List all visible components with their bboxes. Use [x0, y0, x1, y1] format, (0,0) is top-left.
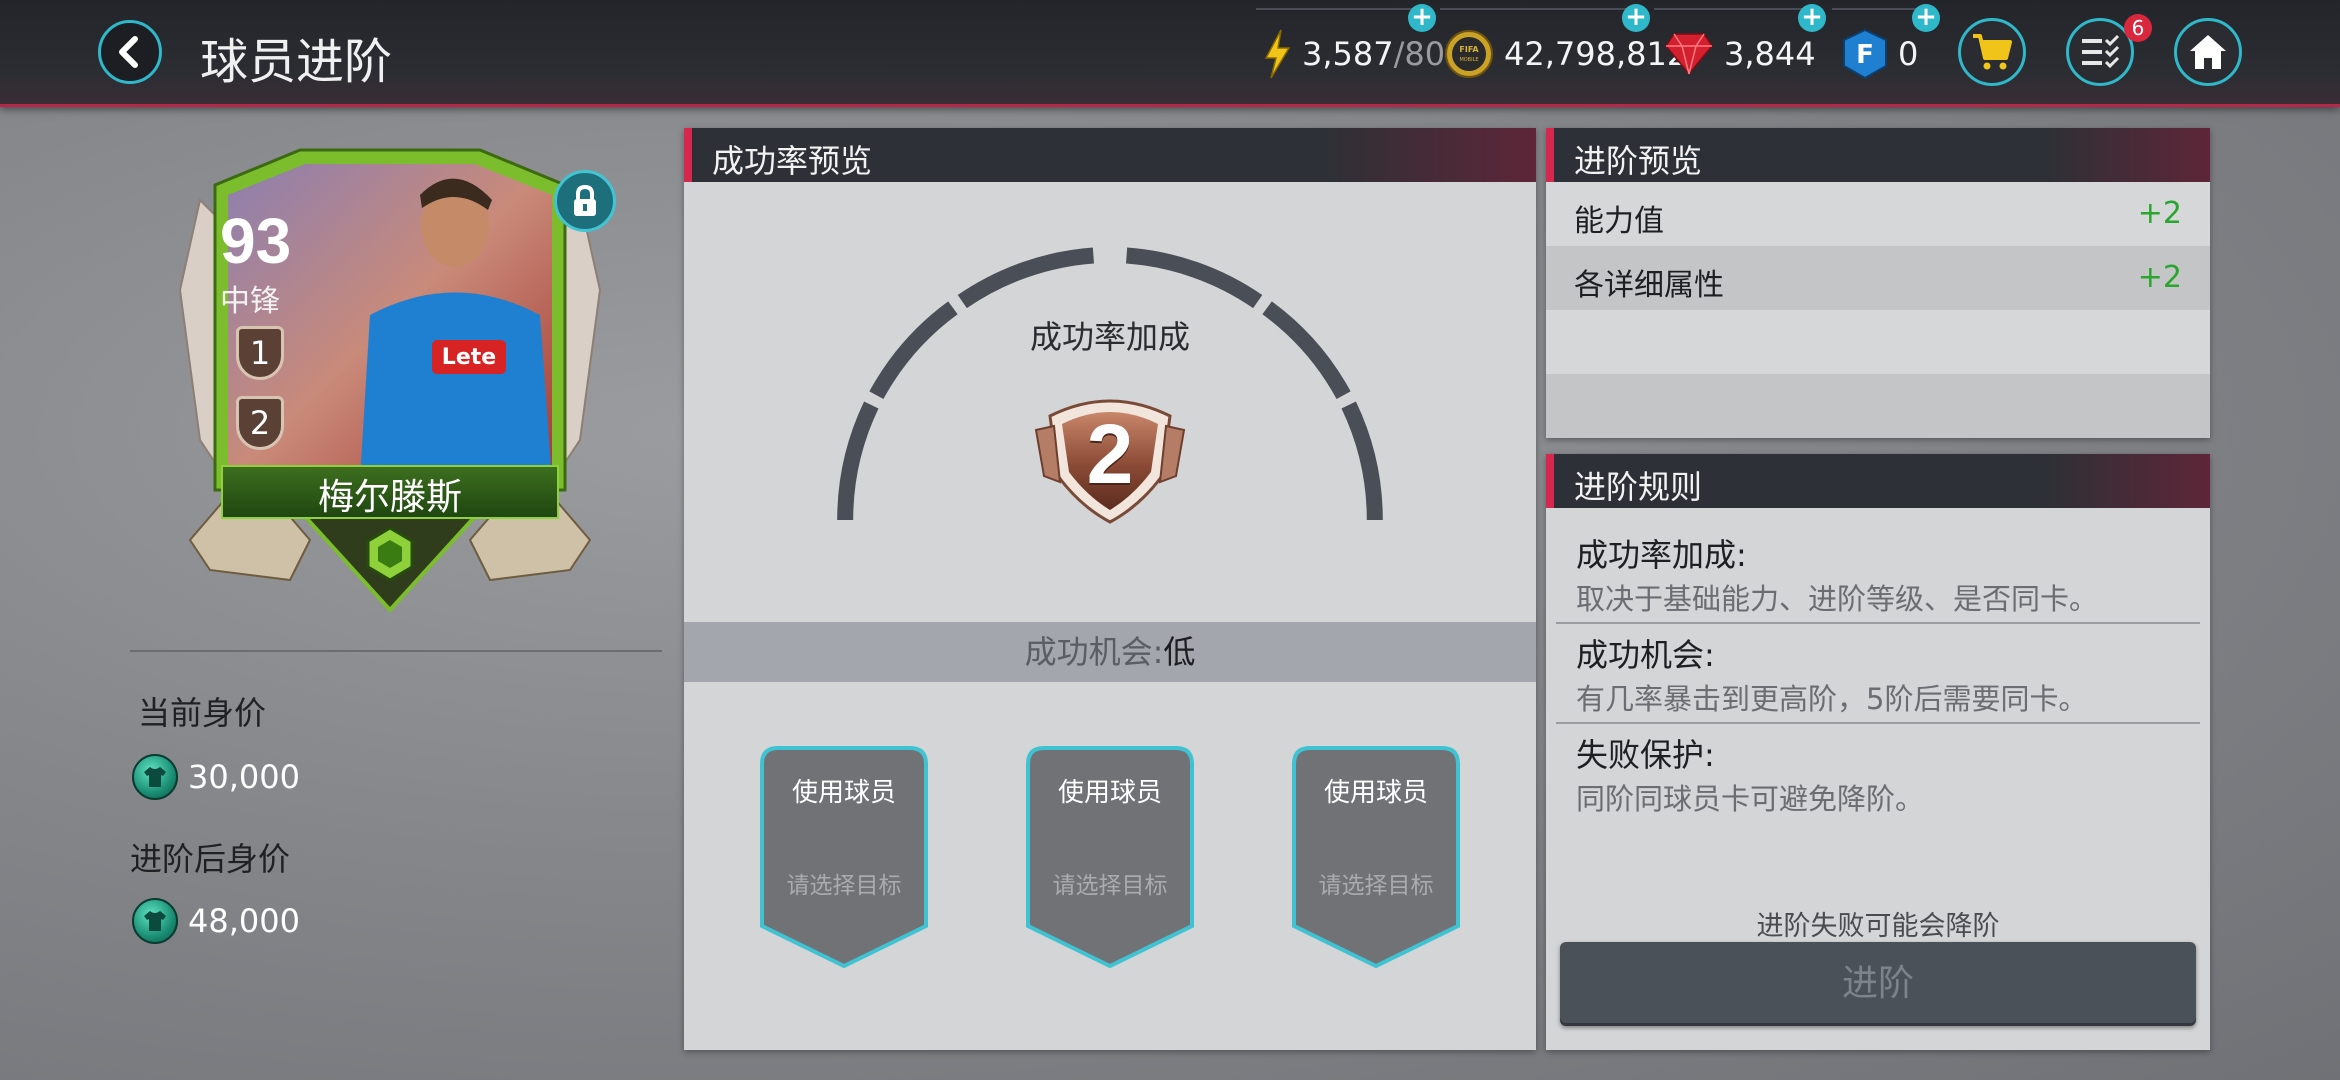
rank-badge-1: 1 — [236, 326, 284, 380]
coin-icon: FIFA MOBILE — [1445, 30, 1493, 78]
svg-text:MOBILE: MOBILE — [1459, 57, 1478, 63]
page-title: 球员进阶 — [200, 34, 393, 90]
advance-button[interactable]: 进阶 — [1560, 942, 2196, 1026]
resource-divider — [1440, 8, 1640, 10]
energy-display: 3,587/80 — [1262, 26, 1445, 82]
energy-max: /80 — [1393, 35, 1446, 73]
coins-value: 42,798,812 — [1504, 35, 1688, 73]
jersey-coin-icon — [132, 898, 178, 944]
slot-label: 使用球员 — [791, 778, 896, 808]
rule-divider — [1556, 722, 2200, 724]
gauge-segment-3b — [1125, 247, 1263, 309]
coins-display: FIFA MOBILE 42,798,812 — [1444, 26, 1687, 82]
current-value-label: 当前身价 — [138, 694, 267, 732]
attribute-row-empty — [1546, 374, 2210, 438]
svg-text:F: F — [1856, 40, 1874, 70]
after-value-label: 进阶后身价 — [130, 840, 291, 878]
current-value-amount: 30,000 — [188, 758, 300, 796]
home-icon — [2190, 35, 2226, 69]
attribute-name: 各详细属性 — [1574, 268, 1724, 303]
attribute-gain: +2 — [2137, 196, 2182, 231]
slot-label: 使用球员 — [1323, 778, 1428, 808]
advance-preview-header: 进阶预览 — [1546, 128, 2210, 182]
rank-badge-2: 2 — [236, 396, 284, 450]
tasks-badge: 6 — [2124, 14, 2152, 42]
gauge-segment-1 — [837, 401, 879, 521]
slot-hint: 请选择目标 — [1052, 873, 1168, 899]
resource-divider — [1654, 8, 1814, 10]
player-slot-2[interactable]: 使用球员 请选择目标 — [1020, 742, 1200, 972]
player-rating: 93 — [220, 205, 292, 277]
fifa-points-value: 0 — [1898, 35, 1919, 73]
chevron-left-icon — [119, 36, 138, 68]
player-position: 中锋 — [220, 284, 280, 319]
jersey-coin-icon — [132, 754, 178, 800]
attribute-row-overall: 能力值 +2 — [1546, 182, 2210, 246]
advance-preview-panel: 进阶预览 能力值 +2 各详细属性 +2 — [1546, 128, 2210, 438]
rule-heading: 失败保护: — [1576, 736, 1715, 774]
back-button[interactable] — [98, 20, 162, 84]
attribute-row-details: 各详细属性 +2 — [1546, 246, 2210, 310]
player-slot-3[interactable]: 使用球员 请选择目标 — [1286, 742, 1466, 972]
current-value: 30,000 — [132, 754, 300, 800]
lock-button[interactable] — [554, 170, 616, 232]
success-preview-panel: 成功率预览 成功率加成 2 成功机会:低 使用球员 请选择目标 使用球员 请选择… — [684, 128, 1536, 1050]
chance-value: 低 — [1163, 633, 1196, 671]
slot-hint: 请选择目标 — [1318, 873, 1434, 899]
gauge-segment-3 — [957, 247, 1095, 309]
slot-label: 使用球员 — [1057, 778, 1162, 808]
advance-rules-panel: 进阶规则 成功率加成: 取决于基础能力、进阶等级、是否同卡。 成功机会: 有几率… — [1546, 454, 2210, 1050]
top-bar: 球员进阶 + + + + 3,587/80 FIFA MOBILE 42,798… — [0, 0, 2340, 107]
success-preview-header: 成功率预览 — [684, 128, 1536, 182]
left-divider — [130, 650, 662, 652]
boost-label: 成功率加成 — [1029, 318, 1190, 356]
rank-bottom-value: 2 — [249, 404, 271, 442]
advance-rules-header: 进阶规则 — [1546, 454, 2210, 508]
lightning-icon — [1264, 29, 1291, 79]
sponsor-text: Lete — [442, 345, 496, 370]
rule-description: 有几率暴击到更高阶，5阶后需要同卡。 — [1576, 682, 2088, 716]
cart-icon — [1973, 34, 2012, 70]
chance-label: 成功机会: — [1024, 633, 1164, 671]
downgrade-warning: 进阶失败可能会降阶 — [1756, 911, 2000, 942]
svg-text:FIFA: FIFA — [1459, 45, 1479, 54]
fifa-points-icon: F — [1843, 28, 1887, 80]
gauge-segment-5 — [1341, 401, 1383, 521]
shop-button[interactable] — [1958, 18, 2026, 86]
rule-heading: 成功机会: — [1576, 636, 1715, 674]
rank-top-value: 1 — [249, 334, 271, 372]
after-value: 48,000 — [132, 898, 300, 944]
gem-icon — [1665, 33, 1713, 76]
player-card[interactable]: Lete 93 中锋 1 2 梅尔滕斯 — [170, 140, 610, 640]
success-preview-title: 成功率预览 — [712, 142, 873, 180]
resource-divider — [1256, 8, 1426, 10]
after-value-amount: 48,000 — [188, 902, 300, 940]
player-slot-1[interactable]: 使用球员 请选择目标 — [754, 742, 934, 972]
advance-preview-title: 进阶预览 — [1574, 142, 1703, 180]
attribute-gain: +2 — [2137, 260, 2182, 295]
gems-value: 3,844 — [1724, 35, 1816, 73]
attribute-name: 能力值 — [1574, 204, 1664, 239]
lock-icon — [574, 184, 596, 216]
success-chance-bar: 成功机会:低 — [684, 622, 1536, 682]
rule-description: 同阶同球员卡可避免降阶。 — [1576, 782, 1925, 816]
advance-rules-title: 进阶规则 — [1574, 468, 1703, 506]
rule-heading: 成功率加成: — [1576, 536, 1747, 574]
rule-divider — [1556, 622, 2200, 624]
checklist-icon — [2082, 34, 2120, 69]
slot-hint: 请选择目标 — [786, 873, 902, 899]
attribute-row-empty — [1546, 310, 2210, 374]
boost-level-value: 2 — [1086, 407, 1134, 501]
energy-value: 3,587 — [1302, 35, 1394, 73]
rule-description: 取决于基础能力、进阶等级、是否同卡。 — [1576, 582, 2099, 616]
fifa-points-display: F 0 — [1842, 26, 1918, 82]
home-button[interactable] — [2174, 18, 2242, 86]
gems-display: 3,844 — [1664, 26, 1816, 82]
player-name: 梅尔滕斯 — [317, 477, 462, 518]
